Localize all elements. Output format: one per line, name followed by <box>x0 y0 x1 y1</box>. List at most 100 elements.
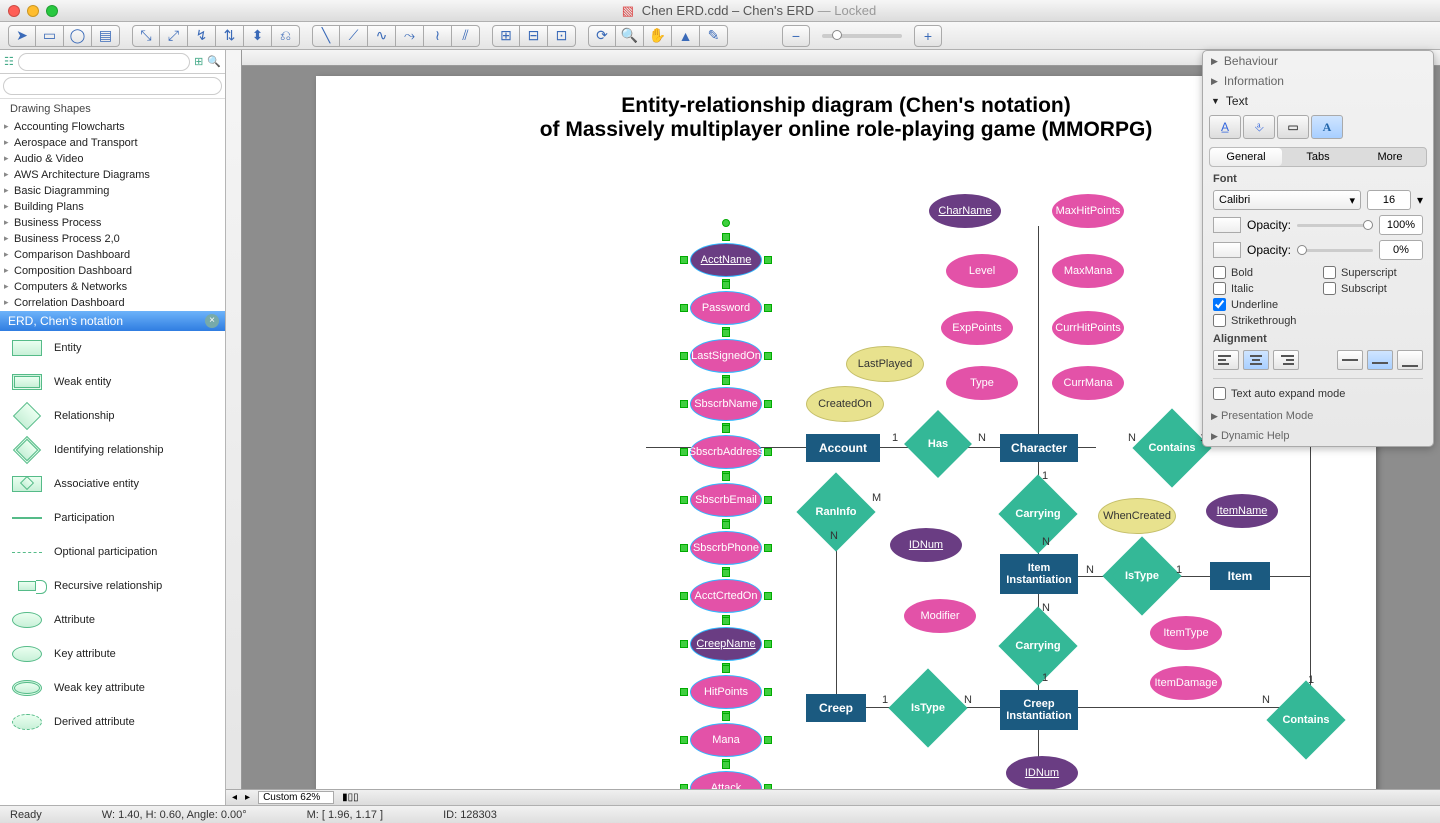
zoom-slider[interactable] <box>822 34 902 38</box>
zoom-in-button[interactable]: + <box>914 25 942 47</box>
attr-itemname[interactable]: ItemName <box>1206 494 1278 528</box>
stencil-opt-participation[interactable]: Optional participation <box>0 535 225 569</box>
rel-carrying-1[interactable]: Carrying <box>1010 486 1066 542</box>
stencil-recursive[interactable]: Recursive relationship <box>0 569 225 603</box>
entity-item-inst[interactable]: Item Instantiation <box>1000 554 1078 594</box>
attr-type[interactable]: Type <box>946 366 1018 400</box>
selection-handle[interactable] <box>722 425 730 433</box>
opacity-slider-1[interactable] <box>1297 224 1373 227</box>
selection-handle[interactable] <box>764 544 772 552</box>
attr-whencreated[interactable]: WhenCreated <box>1098 498 1176 534</box>
library-list[interactable]: Accounting Flowcharts Aerospace and Tran… <box>0 119 225 311</box>
attr-maxmana[interactable]: MaxMana <box>1052 254 1124 288</box>
text-tool[interactable]: ▤ <box>92 25 120 47</box>
attr-maxhp[interactable]: MaxHitPoints <box>1052 194 1124 228</box>
disclose-icon[interactable]: ▼ <box>1211 96 1220 106</box>
attr-itemdmg[interactable]: ItemDamage <box>1150 666 1222 700</box>
connector-tool-3[interactable]: ↯ <box>188 25 216 47</box>
selection-handle[interactable] <box>764 448 772 456</box>
stencil-derived-attribute[interactable]: Derived attribute <box>0 705 225 739</box>
align-right-button[interactable] <box>1273 350 1299 370</box>
bold-checkbox[interactable]: Bold <box>1213 266 1313 279</box>
line-tool-6[interactable]: ⫽ <box>452 25 480 47</box>
stencil-relationship[interactable]: Relationship <box>0 399 225 433</box>
selection-handle[interactable] <box>722 377 730 385</box>
stencil-assoc-entity[interactable]: Associative entity <box>0 467 225 501</box>
pointer-tool[interactable]: ➤ <box>8 25 36 47</box>
align-tool-3[interactable]: ⊡ <box>548 25 576 47</box>
autoexpand-checkbox[interactable]: Text auto expand mode <box>1213 387 1423 400</box>
line-tool-4[interactable]: ⤳ <box>396 25 424 47</box>
format-panel[interactable]: ▶Behaviour ▶Information ▼Text A̲ ⎀ ▭ A G… <box>1202 50 1434 447</box>
selection-handle[interactable] <box>680 640 688 648</box>
selection-handle[interactable] <box>722 713 730 721</box>
current-library[interactable]: ERD, Chen's notation × <box>0 311 225 331</box>
connector-tool-1[interactable]: ⤡ <box>132 25 160 47</box>
section-text[interactable]: Text <box>1226 94 1248 108</box>
selection-handle[interactable] <box>764 256 772 264</box>
scroll-arrow-right-icon[interactable]: ▸ <box>245 792 250 803</box>
opacity-slider-2[interactable] <box>1297 249 1373 252</box>
text-highlight-button[interactable]: ⎀ <box>1243 115 1275 139</box>
rel-has[interactable]: Has <box>914 420 962 468</box>
library-tree-icon[interactable]: ☷ <box>4 55 14 68</box>
rel-carrying-2[interactable]: Carrying <box>1010 618 1066 674</box>
connector-tool-6[interactable]: ⎌ <box>272 25 300 47</box>
text-color-button[interactable]: A̲ <box>1209 115 1241 139</box>
selection-handle[interactable] <box>680 304 688 312</box>
selection-handle[interactable] <box>722 569 730 577</box>
selection-handle[interactable] <box>722 665 730 673</box>
line-tool-2[interactable]: ⟋ <box>340 25 368 47</box>
selection-handle[interactable] <box>680 352 688 360</box>
library-item[interactable]: Composition Dashboard <box>0 263 225 279</box>
zoom-field[interactable]: Custom 62% <box>258 791 334 804</box>
selection-handle[interactable] <box>680 448 688 456</box>
text-box-button[interactable]: ▭ <box>1277 115 1309 139</box>
stencil-list[interactable]: Entity Weak entity Relationship Identify… <box>0 331 225 805</box>
strikethrough-checkbox[interactable]: Strikethrough <box>1213 314 1313 327</box>
selection-handle[interactable] <box>722 329 730 337</box>
selection-handle[interactable] <box>722 281 730 289</box>
valign-top-button[interactable] <box>1337 350 1363 370</box>
attr-currhp[interactable]: CurrHitPoints <box>1052 311 1124 345</box>
stencil-weak-entity[interactable]: Weak entity <box>0 365 225 399</box>
refresh-tool[interactable]: ⟳ <box>588 25 616 47</box>
text-font-button[interactable]: A <box>1311 115 1343 139</box>
selection-handle[interactable] <box>680 736 688 744</box>
subtab-more[interactable]: More <box>1354 148 1426 166</box>
subtab-tabs[interactable]: Tabs <box>1282 148 1354 166</box>
fill-opacity-swatch[interactable] <box>1213 217 1241 233</box>
line-opacity-swatch[interactable] <box>1213 242 1241 258</box>
attr-lastplayed[interactable]: LastPlayed <box>846 346 924 382</box>
connector-tool-4[interactable]: ⇅ <box>216 25 244 47</box>
section-dynhelp[interactable]: Dynamic Help <box>1221 430 1289 442</box>
page-tabs[interactable]: ▮▯▯ <box>342 792 359 803</box>
align-tool-2[interactable]: ⊟ <box>520 25 548 47</box>
selection-handle[interactable] <box>680 688 688 696</box>
zoom-window-icon[interactable] <box>46 5 58 17</box>
zoom-tool[interactable]: 🔍 <box>616 25 644 47</box>
search-icon[interactable]: 🔍 <box>207 55 221 68</box>
stencil-entity[interactable]: Entity <box>0 331 225 365</box>
entity-account[interactable]: Account <box>806 434 880 462</box>
align-left-button[interactable] <box>1213 350 1239 370</box>
section-information[interactable]: Information <box>1224 74 1284 88</box>
library-search-input[interactable] <box>18 53 190 71</box>
close-library-icon[interactable]: × <box>205 314 219 328</box>
attr-modifier[interactable]: Modifier <box>904 599 976 633</box>
library-item[interactable]: AWS Architecture Diagrams <box>0 167 225 183</box>
selection-handle[interactable] <box>680 256 688 264</box>
attr-currmana[interactable]: CurrMana <box>1052 366 1124 400</box>
library-item[interactable]: Business Process <box>0 215 225 231</box>
stamp-tool[interactable]: ▲ <box>672 25 700 47</box>
zoom-out-button[interactable]: − <box>782 25 810 47</box>
minimize-window-icon[interactable] <box>27 5 39 17</box>
entity-character[interactable]: Character <box>1000 434 1078 462</box>
font-family-select[interactable]: Calibri▾ <box>1213 190 1361 210</box>
selected-attributes-group[interactable]: AcctNamePasswordLastSignedOnSbscrbNameSb… <box>690 243 762 805</box>
selection-handle[interactable] <box>680 400 688 408</box>
attr-itemtype[interactable]: ItemType <box>1150 616 1222 650</box>
entity-item[interactable]: Item <box>1210 562 1270 590</box>
rotate-handle-icon[interactable] <box>722 219 730 227</box>
valign-middle-button[interactable] <box>1367 350 1393 370</box>
